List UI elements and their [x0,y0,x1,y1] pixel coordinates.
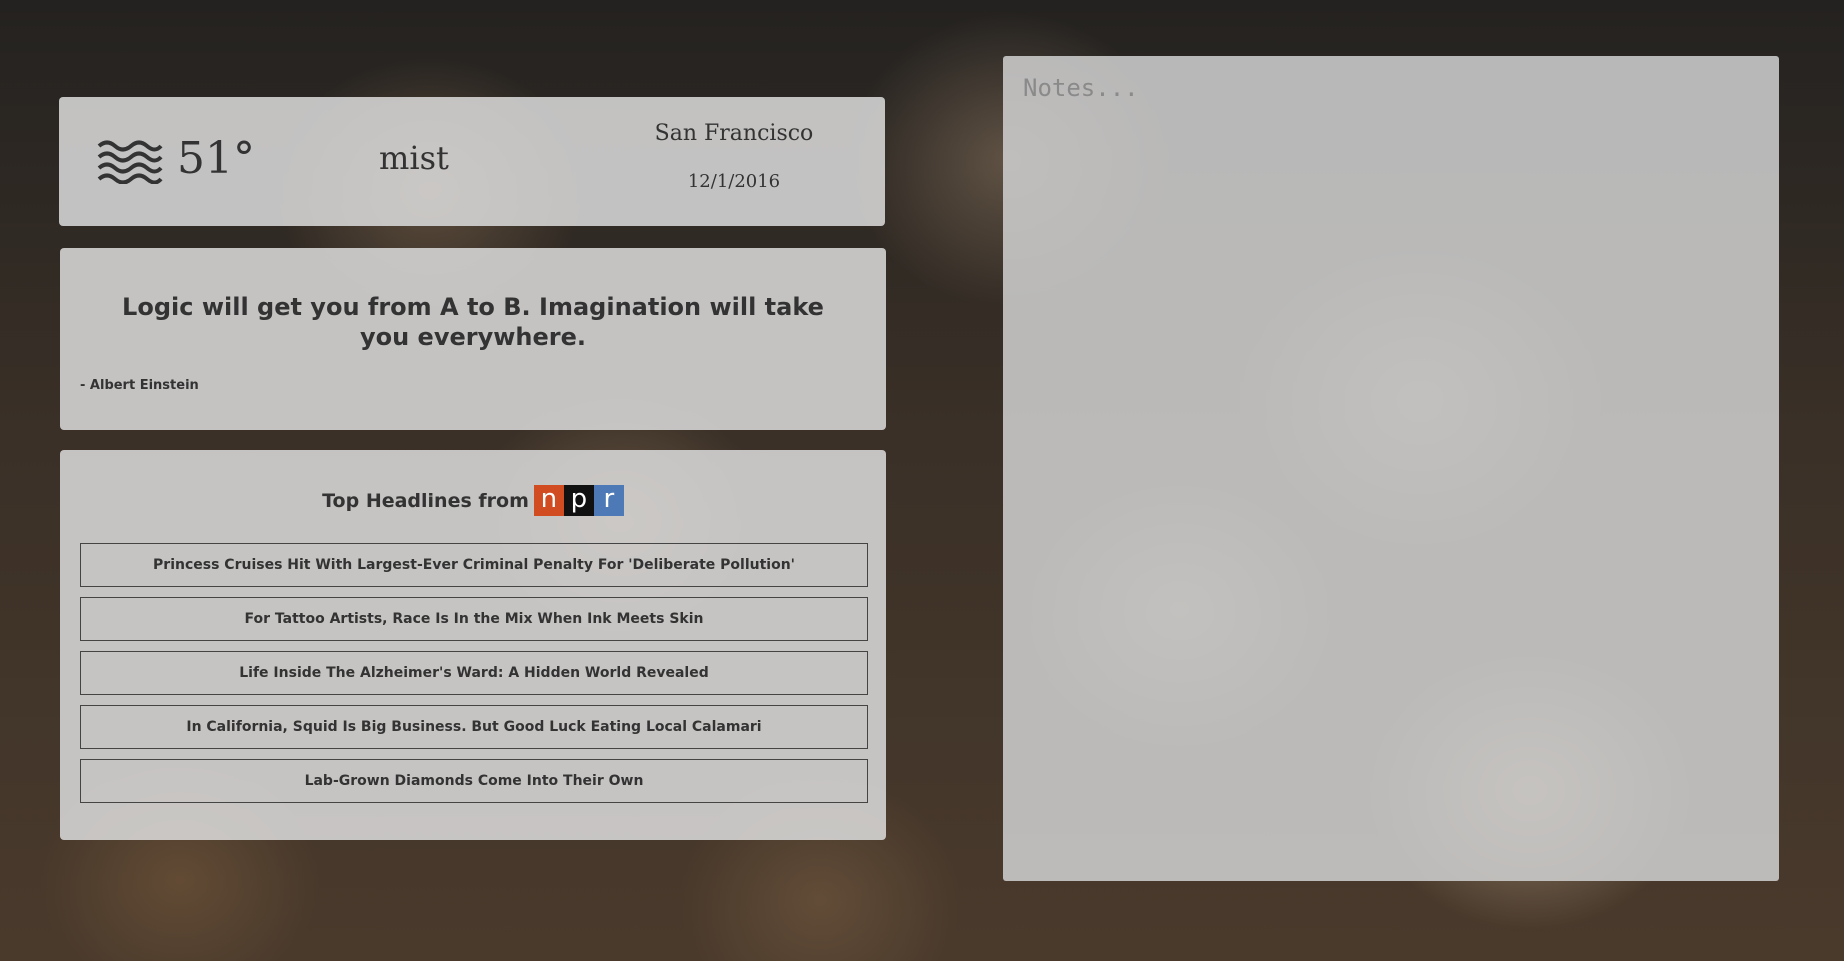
headline-item[interactable]: In California, Squid Is Big Business. Bu… [80,705,868,749]
headline-item[interactable]: For Tattoo Artists, Race Is In the Mix W… [80,597,868,641]
notes-textarea[interactable] [1003,56,1779,881]
npr-logo[interactable]: n p r [533,485,624,516]
weather-panel: 51° mist San Francisco 12/1/2016 [59,97,885,226]
quote-text: Logic will get you from A to B. Imaginat… [122,293,824,351]
quote-panel: Logic will get you from A to B. Imaginat… [60,248,886,430]
temperature: 51° [177,133,255,184]
npr-logo-n: n [533,485,564,516]
npr-logo-p: p [563,485,594,516]
quote-author: - Albert Einstein [80,378,199,393]
headline-list: Princess Cruises Hit With Largest-Ever C… [80,543,868,813]
headline-item[interactable]: Lab-Grown Diamonds Come Into Their Own [80,759,868,803]
news-heading: Top Headlines from n p r [60,485,886,516]
city-name: San Francisco [654,121,814,146]
headline-item[interactable]: Life Inside The Alzheimer's Ward: A Hidd… [80,651,868,695]
current-date: 12/1/2016 [687,171,781,192]
mist-waves-icon [97,140,163,184]
weather-condition: mist [379,139,449,177]
news-panel: Top Headlines from n p r Princess Cruise… [60,450,886,840]
npr-logo-r: r [593,485,624,516]
headline-item[interactable]: Princess Cruises Hit With Largest-Ever C… [80,543,868,587]
news-heading-label: Top Headlines from [322,489,529,512]
